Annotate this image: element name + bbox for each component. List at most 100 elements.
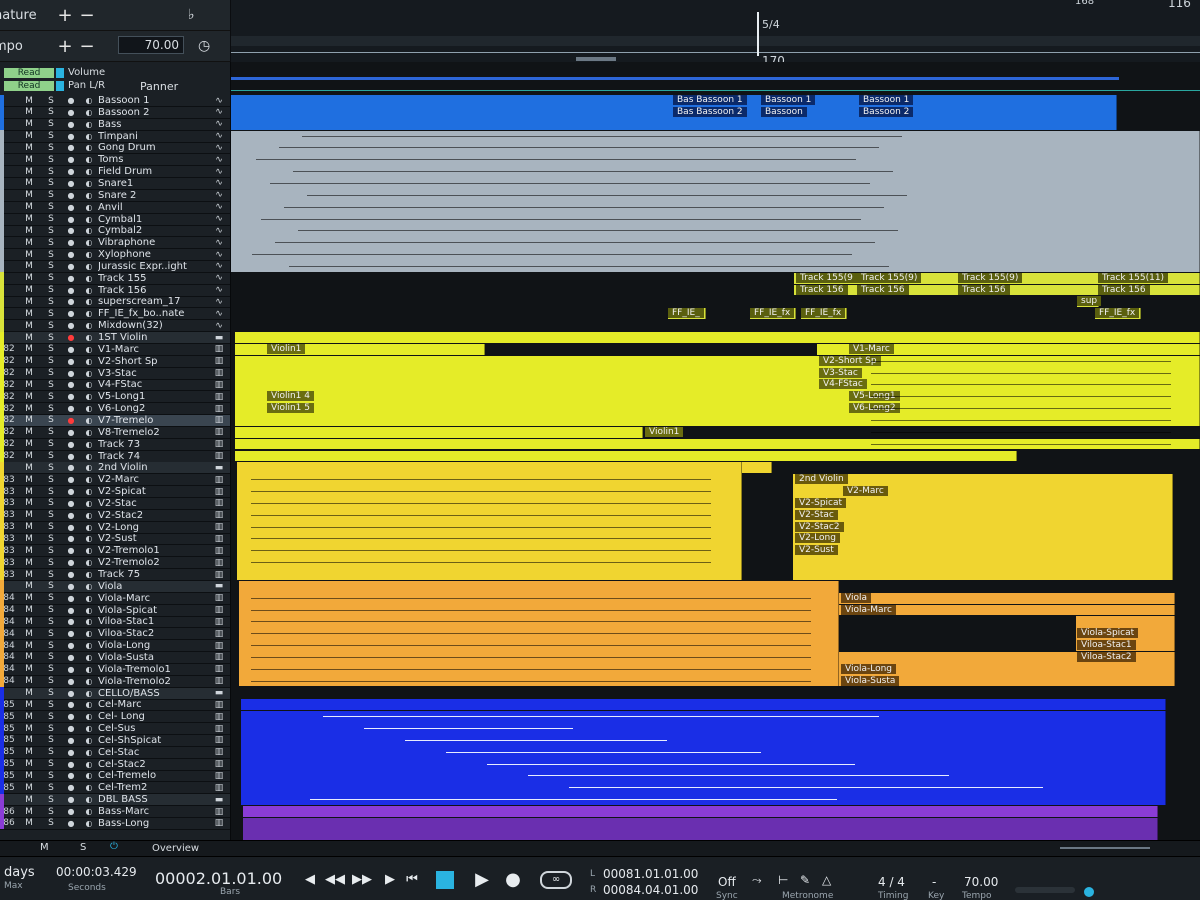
clip-label[interactable]: Track 156	[796, 284, 848, 295]
clip-label[interactable]: FF_IE_fx	[801, 308, 846, 319]
track-name[interactable]: Snare1	[98, 178, 208, 189]
track-row[interactable]: 83 M S ● ◐ V2-Tremolo1 ▥	[0, 544, 230, 558]
record-arm-icon[interactable]: ●	[62, 179, 80, 188]
track-row[interactable]: M S ● ◐ Vibraphone ∿	[0, 236, 230, 250]
clip-label[interactable]: Track 156	[1098, 284, 1150, 295]
record-arm-icon[interactable]: ●	[62, 155, 80, 164]
record-arm-icon[interactable]: ●	[62, 558, 80, 567]
tempo-add-button[interactable]: +	[54, 36, 76, 57]
monitor-icon[interactable]: ◐	[80, 274, 98, 283]
track-name[interactable]: Viola	[98, 581, 208, 592]
monitor-icon[interactable]: ◐	[80, 534, 98, 543]
record-arm-icon[interactable]: ●	[62, 215, 80, 224]
track-row[interactable]: M S ● ◐ Track 156 ∿	[0, 284, 230, 297]
monitor-icon[interactable]: ◐	[80, 677, 98, 686]
record-arm-icon[interactable]: ●	[62, 748, 80, 757]
record-arm-icon[interactable]: ●	[62, 286, 80, 295]
track-name[interactable]: FF_IE_fx_bo..nate	[98, 308, 208, 319]
clip-label[interactable]: Viola-Spicat	[1077, 628, 1139, 639]
record-arm-icon[interactable]: ●	[62, 167, 80, 176]
track-name[interactable]: Viola-Spicat	[98, 605, 208, 616]
folder-track-row[interactable]: M S ● ◐ 2nd Violin ▬	[0, 461, 230, 475]
rewind-icon[interactable]: ◀◀	[325, 871, 345, 889]
mute-button[interactable]: M	[18, 487, 40, 497]
track-row[interactable]: 83 M S ● ◐ V2-Long ▥	[0, 521, 230, 534]
percussion-clip[interactable]	[231, 130, 1200, 272]
track-name[interactable]: V2-Stac2	[98, 510, 208, 521]
mute-button[interactable]: M	[18, 131, 40, 141]
mute-button[interactable]: M	[18, 712, 40, 722]
tempo-clock-icon[interactable]: ◷	[198, 38, 210, 54]
track-name[interactable]: V5-Long1	[98, 391, 208, 402]
solo-button[interactable]: S	[40, 404, 62, 414]
record-arm-icon[interactable]: ●	[62, 132, 80, 141]
monitor-icon[interactable]: ◐	[80, 286, 98, 295]
track-name[interactable]: Cel-ShSpicat	[98, 735, 208, 746]
record-arm-icon[interactable]: ●	[62, 760, 80, 769]
track-row[interactable]: 82 M S ● ◐ V4-FStac ▥	[0, 378, 230, 392]
monitor-icon[interactable]: ◐	[80, 203, 98, 212]
mute-button[interactable]: M	[18, 498, 40, 508]
footer-mute-button[interactable]: M	[40, 842, 49, 853]
track-name[interactable]: Gong Drum	[98, 142, 208, 153]
timeline-ruler[interactable]: 5/4 170 168 116	[231, 0, 1200, 68]
mute-button[interactable]: M	[18, 333, 40, 343]
record-arm-icon[interactable]: ●	[62, 523, 80, 532]
clip-label[interactable]: Track 156	[857, 284, 909, 295]
monitor-icon[interactable]: ◐	[80, 783, 98, 792]
record-arm-icon[interactable]: ●	[62, 700, 80, 709]
solo-button[interactable]: S	[40, 439, 62, 449]
track-row[interactable]: M S ● ◐ FF_IE_fx_bo..nate ∿	[0, 307, 230, 321]
mute-button[interactable]: M	[18, 119, 40, 129]
folder-track-row[interactable]: M S ● ◐ Viola ▬	[0, 580, 230, 593]
solo-button[interactable]: S	[40, 380, 62, 390]
record-arm-icon[interactable]: ●	[62, 689, 80, 698]
record-arm-icon[interactable]: ●	[62, 238, 80, 247]
clip-label[interactable]: FF_IE_	[668, 308, 704, 319]
monitor-icon[interactable]: ◐	[80, 96, 98, 105]
monitor-icon[interactable]: ◐	[80, 345, 98, 354]
solo-button[interactable]: S	[40, 178, 62, 188]
record-arm-icon[interactable]: ●	[62, 606, 80, 615]
mute-button[interactable]: M	[18, 735, 40, 745]
mute-button[interactable]: M	[18, 427, 40, 437]
track-name[interactable]: Anvil	[98, 202, 208, 213]
track-name[interactable]: Bassoon 1	[98, 95, 208, 106]
mute-button[interactable]: M	[18, 581, 40, 591]
solo-button[interactable]: S	[40, 475, 62, 485]
mute-button[interactable]: M	[18, 818, 40, 828]
track-row[interactable]: 84 M S ● ◐ Viola-Susta ▥	[0, 651, 230, 664]
track-row[interactable]: M S ● ◐ Cymbal2 ∿	[0, 224, 230, 238]
automation-line[interactable]	[231, 90, 1200, 91]
track-name[interactable]: superscream_17	[98, 296, 208, 307]
record-arm-icon[interactable]: ●	[62, 416, 80, 425]
track-name[interactable]: V2-Stac	[98, 498, 208, 509]
track-name[interactable]: Bassoon 2	[98, 107, 208, 118]
track-row[interactable]: 82 M S ● ◐ V8-Tremelo2 ▥	[0, 426, 230, 439]
record-arm-icon[interactable]: ●	[62, 511, 80, 520]
clip-label[interactable]: Viola-Long	[841, 663, 897, 674]
automation-line[interactable]	[231, 77, 1119, 80]
record-arm-icon[interactable]: ●	[62, 641, 80, 650]
solo-button[interactable]: S	[40, 131, 62, 141]
solo-button[interactable]: S	[40, 309, 62, 319]
clip-label[interactable]: 2nd Violin	[795, 474, 848, 485]
solo-button[interactable]: S	[40, 771, 62, 781]
monitor-icon[interactable]: ◐	[80, 700, 98, 709]
track-name[interactable]: Viloa-Stac1	[98, 616, 208, 627]
play-button-icon[interactable]: ▶	[472, 871, 492, 889]
record-arm-icon[interactable]: ●	[62, 428, 80, 437]
arrangement-view[interactable]: Bas Bassoon 1 Bassoon 1 Bassoon 1 Bas Basso…	[231, 62, 1200, 840]
mute-button[interactable]: M	[18, 250, 40, 260]
mute-button[interactable]: M	[18, 167, 40, 177]
monitor-icon[interactable]: ◐	[80, 606, 98, 615]
track-name[interactable]: Timpani	[98, 131, 208, 142]
overview-button[interactable]: Overview	[152, 843, 199, 854]
track-name[interactable]: Viloa-Stac2	[98, 628, 208, 639]
track-row[interactable]: 84 M S ● ◐ Viola-Spicat ▥	[0, 604, 230, 617]
monitor-icon[interactable]: ◐	[80, 428, 98, 437]
mute-button[interactable]: M	[18, 664, 40, 674]
mute-button[interactable]: M	[18, 546, 40, 556]
solo-button[interactable]: S	[40, 214, 62, 224]
track-row[interactable]: 86 M S ● ◐ Bass-Marc ▥	[0, 805, 230, 818]
